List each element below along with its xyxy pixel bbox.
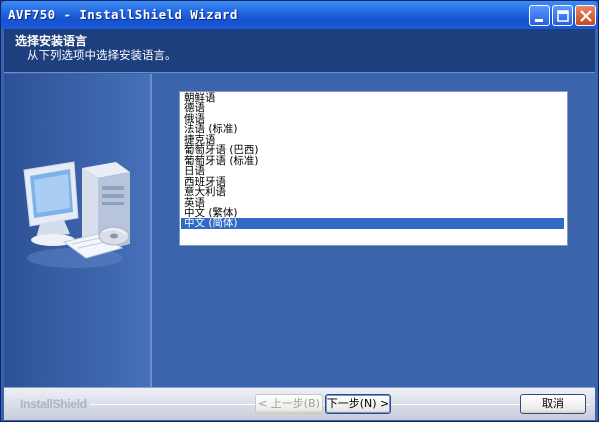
language-option[interactable]: 葡萄牙语 (标准) [181, 156, 564, 167]
side-graphic-panel [4, 74, 150, 387]
wizard-body: 朝鲜语 德语 俄语 法语 (标准) 捷克语 葡萄牙语 (巴西) 葡萄牙语 (标准) 日语 西班牙… [4, 74, 595, 387]
installshield-logo: InstallShield [20, 397, 87, 411]
footer-bar: InstallShield < 上一步(B) 下一步(N) > 取消 [4, 387, 595, 420]
back-button[interactable]: < 上一步(B) [255, 394, 323, 414]
language-option[interactable]: 俄语 [181, 114, 564, 125]
close-button[interactable] [575, 5, 596, 26]
cancel-button[interactable]: 取消 [520, 394, 586, 414]
window-title: AVF750 - InstallShield Wizard [8, 7, 238, 22]
title-bar[interactable]: AVF750 - InstallShield Wizard [1, 1, 598, 29]
language-option[interactable]: 英语 [181, 197, 564, 209]
language-option[interactable]: 德语 [181, 103, 564, 114]
installshield-window: AVF750 - InstallShield Wizard 选择安装语言 从下列… [0, 0, 599, 422]
next-button[interactable]: 下一步(N) > [325, 394, 391, 414]
language-option[interactable]: 日语 [181, 166, 564, 177]
language-option[interactable]: 法语 (标准) [181, 124, 564, 135]
computer-icon [23, 161, 130, 268]
close-icon [580, 10, 592, 22]
language-option[interactable]: 西班牙语 [181, 177, 564, 188]
header-subtitle: 从下列选项中选择安装语言。 [27, 48, 177, 62]
language-option[interactable]: 中文 (简体) [181, 218, 564, 229]
maximize-icon [557, 10, 569, 22]
language-option[interactable]: 朝鲜语 [181, 93, 564, 104]
maximize-button[interactable] [552, 5, 573, 26]
language-option[interactable]: 中文 (繁体) [181, 208, 564, 219]
minimize-button[interactable] [529, 5, 550, 26]
pane-divider [150, 74, 152, 387]
language-listbox[interactable]: 朝鲜语 德语 俄语 法语 (标准) 捷克语 葡萄牙语 (巴西) 葡萄牙语 (标准) 日语 西班牙… [179, 91, 568, 246]
language-option[interactable]: 意大利语 [181, 187, 564, 198]
header-panel: 选择安装语言 从下列选项中选择安装语言。 [4, 29, 595, 73]
minimize-icon [535, 19, 543, 22]
